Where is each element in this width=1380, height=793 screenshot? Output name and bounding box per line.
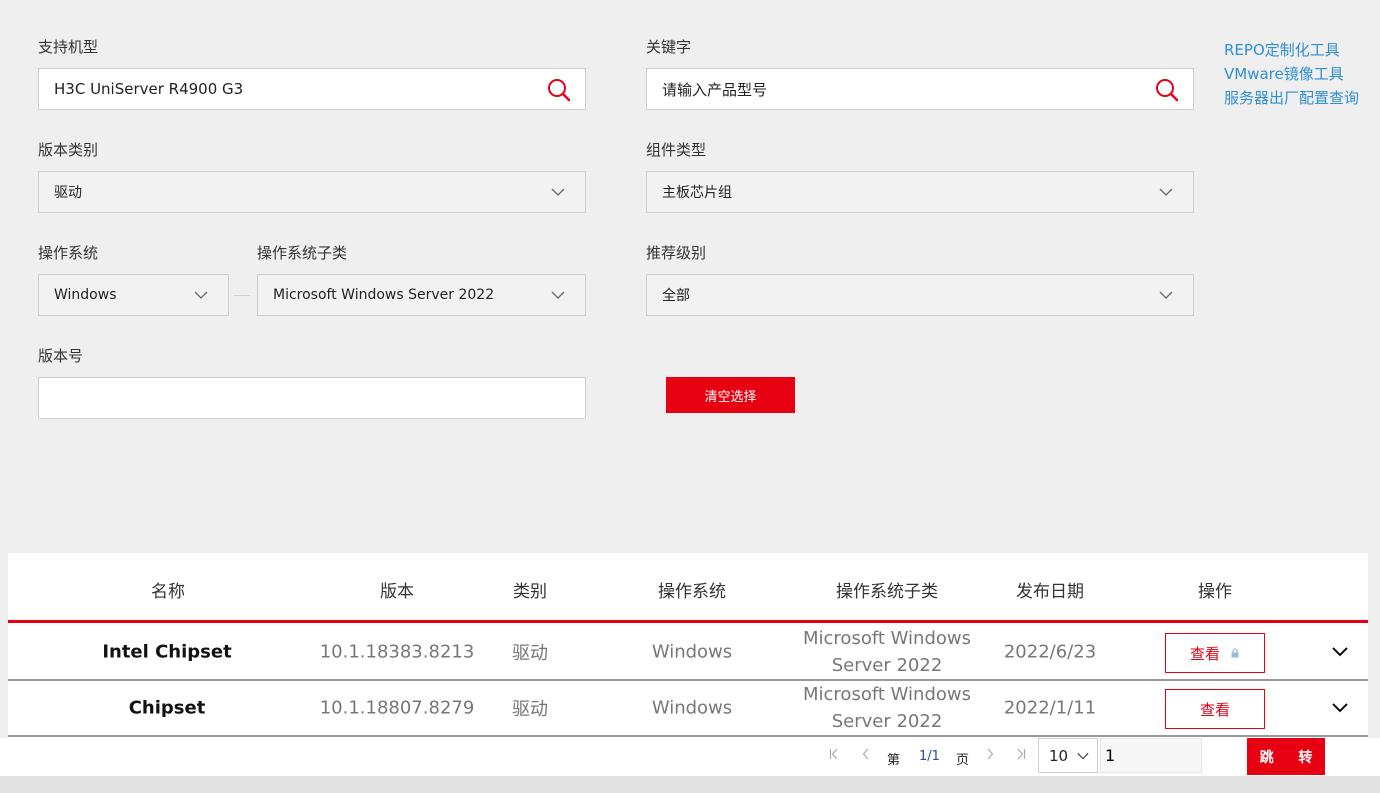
first-page-icon[interactable]: [829, 748, 839, 760]
version-no-label: 版本号: [38, 347, 84, 365]
table-header: 名称 版本 类别 操作系统 操作系统子类 发布日期 操作: [8, 553, 1368, 623]
keyword-label: 关键字: [646, 38, 692, 56]
repo-tool-link[interactable]: REPO定制化工具: [1224, 38, 1359, 62]
row-category: 驱动: [512, 643, 548, 664]
search-icon[interactable]: [546, 77, 572, 103]
range-divider: [234, 295, 250, 296]
header-os: 操作系统: [658, 582, 726, 602]
chevron-down-icon[interactable]: [1331, 701, 1349, 715]
header-category: 类别: [513, 582, 547, 602]
page-indicator: 1/1: [919, 749, 940, 764]
model-value: H3C UniServer R4900 G3: [54, 80, 244, 98]
clear-selection-button[interactable]: 清空选择: [666, 377, 795, 413]
version-type-select[interactable]: 驱动: [38, 171, 586, 213]
version-type-value: 驱动: [54, 185, 82, 201]
header-version: 版本: [380, 582, 414, 602]
page-size-value: 10: [1049, 746, 1069, 765]
table-row: Chipset 10.1.18807.8279 驱动 Windows Micro…: [8, 681, 1368, 737]
model-label: 支持机型: [38, 38, 99, 56]
page-size-select[interactable]: 10: [1038, 738, 1098, 773]
row-date: 2022/6/23: [1003, 641, 1097, 663]
component-type-value: 主板芯片组: [662, 185, 732, 201]
os-value: Windows: [54, 287, 117, 303]
row-date: 2022/1/11: [1003, 697, 1097, 719]
recommend-select[interactable]: 全部: [646, 274, 1194, 316]
row-name: Intel Chipset: [102, 641, 232, 663]
chevron-down-icon: [1159, 291, 1173, 299]
recommend-label: 推荐级别: [646, 244, 707, 262]
chevron-down-icon: [194, 291, 208, 299]
chevron-down-icon: [1159, 188, 1173, 196]
chevron-down-icon: [551, 291, 565, 299]
vmware-tool-link[interactable]: VMware镜像工具: [1224, 62, 1359, 86]
footer-bar: [0, 776, 1380, 793]
view-button[interactable]: 查看: [1165, 689, 1265, 729]
row-category: 驱动: [512, 699, 548, 720]
factory-config-link[interactable]: 服务器出厂配置查询: [1224, 86, 1359, 110]
page-prefix: 第: [887, 753, 901, 768]
os-select[interactable]: Windows: [38, 274, 229, 316]
view-button-label: 查看: [1199, 700, 1230, 719]
jump-button[interactable]: 跳 转: [1247, 738, 1325, 775]
row-os-sub: Microsoft Windows Server 2022: [803, 628, 971, 676]
os-sub-value: Microsoft Windows Server 2022: [273, 287, 495, 303]
component-type-label: 组件类型: [646, 141, 707, 159]
os-sub-label: 操作系统子类: [257, 244, 348, 262]
chevron-down-icon[interactable]: [1331, 645, 1349, 659]
header-action: 操作: [1198, 582, 1232, 602]
results-table: 名称 版本 类别 操作系统 操作系统子类 发布日期 操作 Intel Chips…: [8, 553, 1368, 738]
keyword-input[interactable]: 请输入产品型号: [646, 68, 1194, 110]
jump-page-input[interactable]: [1100, 738, 1202, 773]
next-page-icon[interactable]: [985, 748, 995, 760]
row-os: Windows: [651, 641, 733, 663]
version-type-label: 版本类别: [38, 141, 99, 159]
header-date: 发布日期: [1016, 582, 1084, 602]
os-label: 操作系统: [38, 244, 99, 262]
recommend-value: 全部: [662, 288, 690, 304]
view-button[interactable]: 查看: [1165, 633, 1265, 673]
side-links: REPO定制化工具 VMware镜像工具 服务器出厂配置查询: [1224, 38, 1359, 110]
view-button-label: 查看: [1189, 644, 1220, 663]
header-os-sub: 操作系统子类: [836, 582, 938, 602]
page-suffix: 页: [956, 753, 970, 768]
last-page-icon[interactable]: [1016, 748, 1026, 760]
version-no-input[interactable]: [38, 377, 586, 419]
row-os: Windows: [651, 697, 733, 719]
row-name: Chipset: [128, 697, 206, 719]
row-version: 10.1.18807.8279: [319, 697, 475, 719]
os-sub-select[interactable]: Microsoft Windows Server 2022: [257, 274, 586, 316]
prev-page-icon[interactable]: [861, 748, 871, 760]
header-name: 名称: [151, 582, 185, 602]
chevron-down-icon: [551, 188, 565, 196]
pagination: 第 1/1 页 10 跳 转: [0, 738, 1380, 778]
model-field[interactable]: H3C UniServer R4900 G3: [38, 68, 586, 110]
keyword-placeholder: 请输入产品型号: [662, 80, 768, 99]
row-os-sub: Microsoft Windows Server 2022: [803, 684, 971, 732]
lock-icon: [1231, 648, 1239, 658]
table-row: Intel Chipset 10.1.18383.8213 驱动 Windows…: [8, 625, 1368, 681]
row-version: 10.1.18383.8213: [319, 641, 475, 663]
chevron-down-icon: [1077, 753, 1089, 760]
search-icon[interactable]: [1154, 77, 1180, 103]
component-type-select[interactable]: 主板芯片组: [646, 171, 1194, 213]
